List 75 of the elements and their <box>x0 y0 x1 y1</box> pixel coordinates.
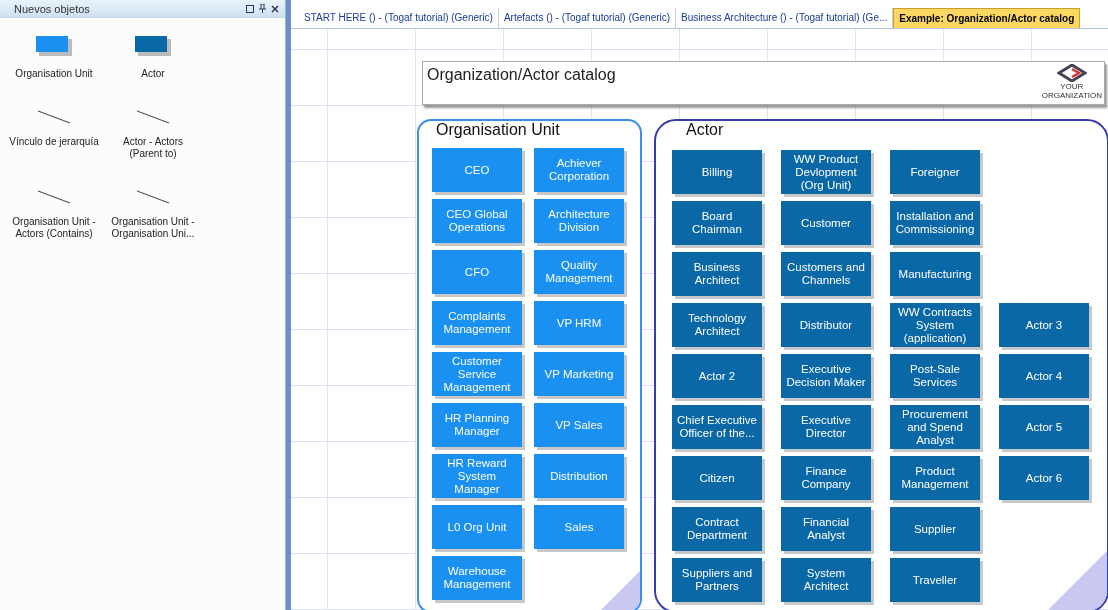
corner-mark <box>600 571 640 610</box>
restore-icon[interactable] <box>246 4 254 13</box>
close-icon[interactable] <box>271 4 279 13</box>
diagram-title: Organization/Actor catalog <box>426 65 617 85</box>
org-unit-node: VP Sales <box>534 403 624 447</box>
container-title: Actor <box>685 121 725 140</box>
palette-item-label[interactable]: Actor - Actors (Parent to) <box>108 136 198 160</box>
logo-icon <box>1056 64 1087 82</box>
line-icon[interactable] <box>136 190 170 204</box>
actor-node: Chief Executive Officer of the... <box>672 405 762 449</box>
actor-node: Contract Department <box>672 507 762 551</box>
org-unit-node: CEO Global Operations <box>432 199 522 243</box>
corner-mark <box>1047 551 1107 610</box>
actor-node: Traveller <box>890 558 980 602</box>
shape-icon[interactable] <box>135 36 171 56</box>
palette-item-label[interactable]: Organisation Unit - Actors (Contains) <box>0 216 108 240</box>
actor-node: Executive Decision Maker <box>781 354 871 398</box>
actor-node: Board Chairman <box>672 201 762 245</box>
palette-item-label[interactable]: Organisation Unit - Organisation Uni... <box>108 216 198 240</box>
line-icon[interactable] <box>37 110 71 124</box>
actor-node: WW Product Devlopment (Org Unit) <box>781 150 871 194</box>
org-unit-node: Achiever Corporation <box>534 148 624 192</box>
document-tab[interactable]: START HERE () - (Togaf tutorial) (Generic) <box>299 8 499 28</box>
palette-item-label[interactable]: Vínculo de jerarquía <box>9 136 99 148</box>
org-unit-node: Quality Management <box>534 250 624 294</box>
org-unit-node: Architecture Division <box>534 199 624 243</box>
pin-icon[interactable] <box>259 4 266 13</box>
actor-node: Business Architect <box>672 252 762 296</box>
actor-node: Billing <box>672 150 762 194</box>
actor-node: Actor 5 <box>999 405 1089 449</box>
panel-title: Nuevos objetos <box>14 2 90 15</box>
org-unit-node: HR Planning Manager <box>432 403 522 447</box>
actor-node: Actor 2 <box>672 354 762 398</box>
org-unit-node: CFO <box>432 250 522 294</box>
logo-text: YOUR <box>1060 82 1084 91</box>
actor-node: Financial Analyst <box>781 507 871 551</box>
actor-node: Customers and Channels <box>781 252 871 296</box>
actor-node: Supplier <box>890 507 980 551</box>
org-unit-node: HR Reward System Manager <box>432 454 522 498</box>
org-unit-node: VP Marketing <box>534 352 624 396</box>
actor-node: Manufacturing <box>890 252 980 296</box>
org-unit-node: CEO <box>432 148 522 192</box>
actor-node: WW Contracts System (application) <box>890 303 980 347</box>
shape-icon[interactable] <box>36 36 72 56</box>
actor-node: Customer <box>781 201 871 245</box>
org-unit-node: Warehouse Management <box>432 556 522 600</box>
actor-node: Actor 3 <box>999 303 1089 347</box>
line-icon[interactable] <box>37 190 71 204</box>
actor-node: Installation and Commissioning <box>890 201 980 245</box>
org-unit-node: Customer Service Management <box>432 352 522 396</box>
actor-node: System Architect <box>781 558 871 602</box>
document-tab[interactable]: Example: Organization/Actor catalog <box>893 8 1081 28</box>
org-unit-node: L0 Org Unit <box>432 505 522 549</box>
org-unit-node: Complaints Management <box>432 301 522 345</box>
actor-node: Actor 6 <box>999 456 1089 500</box>
actor-node: Post-Sale Services <box>890 354 980 398</box>
actor-node: Executive Director <box>781 405 871 449</box>
palette-item-label[interactable]: Organisation Unit <box>15 68 93 80</box>
container-title: Organisation Unit <box>435 121 561 140</box>
actor-node: Foreigner <box>890 150 980 194</box>
actor-node: Finance Company <box>781 456 871 500</box>
logo-text: ORGANIZATION <box>1041 91 1102 100</box>
palette-item-label[interactable]: Actor <box>141 68 165 80</box>
actor-node: Actor 4 <box>999 354 1089 398</box>
actor-node: Distributor <box>781 303 871 347</box>
org-unit-node: Distribution <box>534 454 624 498</box>
line-icon[interactable] <box>136 110 170 124</box>
actor-node: Procurement and Spend Analyst <box>890 405 980 449</box>
actor-node: Product Management <box>890 456 980 500</box>
actor-node: Citizen <box>672 456 762 500</box>
actor-node: Technology Architect <box>672 303 762 347</box>
document-tab[interactable]: Artefacts () - (Togaf tutorial) (Generic) <box>498 8 677 28</box>
org-unit-node: VP HRM <box>534 301 624 345</box>
actor-node: Suppliers and Partners <box>672 558 762 602</box>
org-unit-node: Sales <box>534 505 624 549</box>
